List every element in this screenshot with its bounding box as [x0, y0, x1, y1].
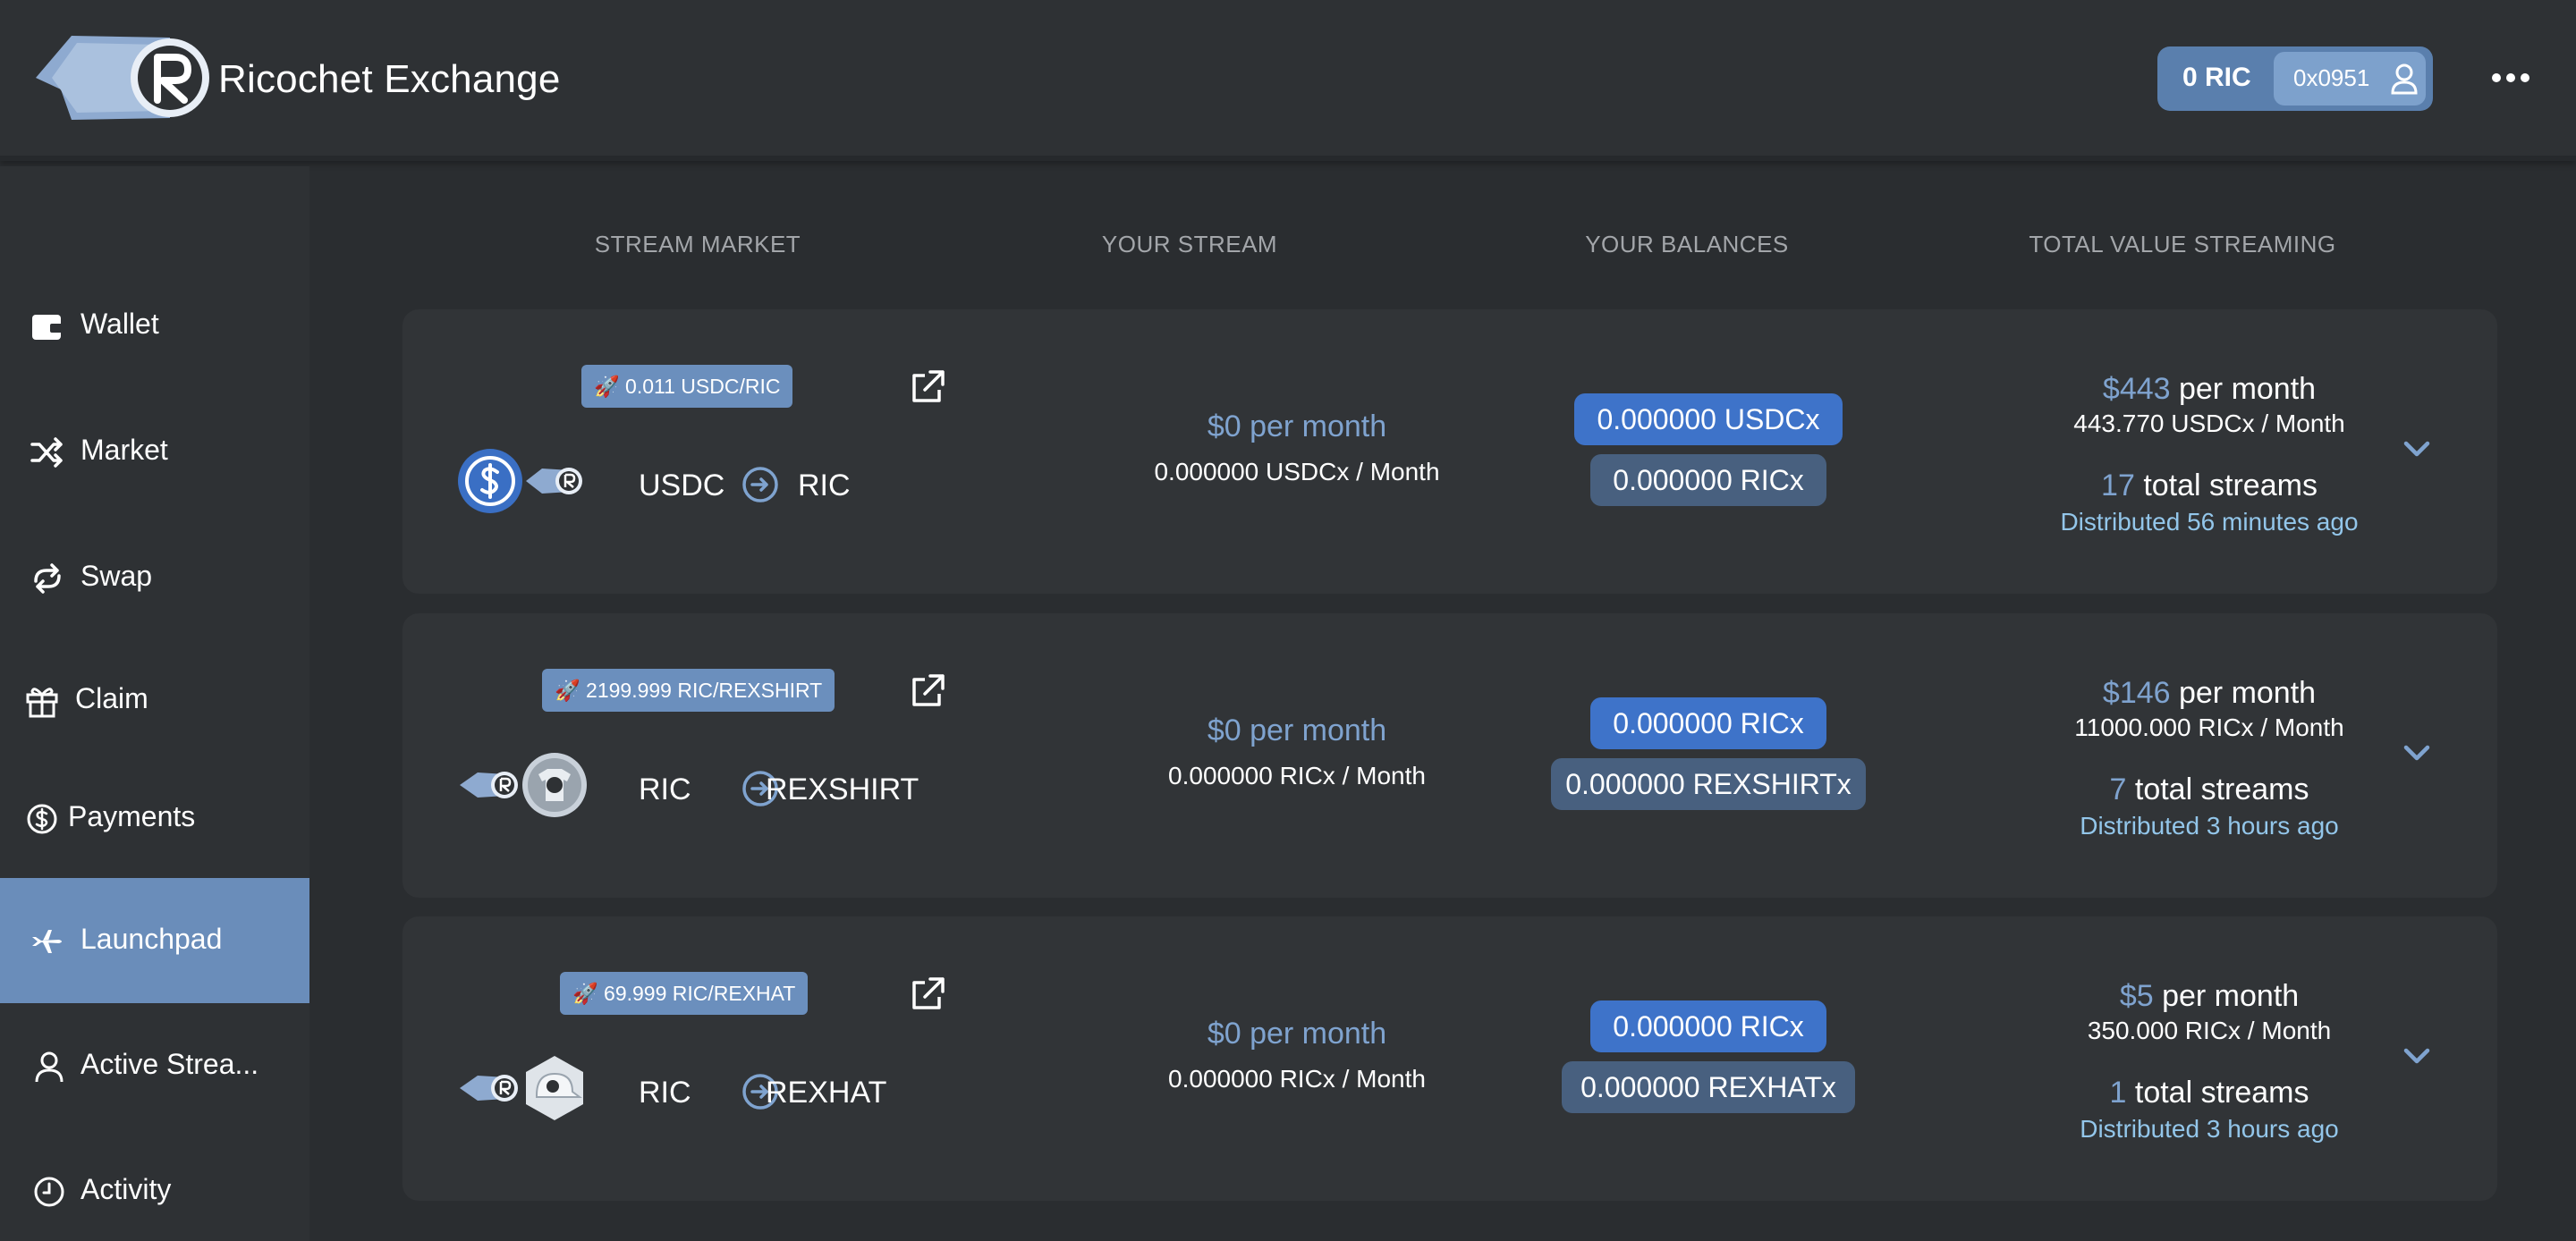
column-header-total-value-streaming: TOTAL VALUE STREAMING — [2029, 231, 2336, 257]
total-streams: 1 total streams — [2109, 1076, 2309, 1110]
distributed-time: Distributed 3 hours ago — [2080, 812, 2339, 840]
your-stream-rate: $0 per month — [1207, 713, 1387, 747]
from-token: USDC — [639, 469, 725, 502]
wallet-address-box[interactable]: 0x0951 — [2274, 52, 2426, 106]
balance-secondary: 0.000000 RICx — [1590, 454, 1826, 506]
sidebar-item-label: Active Strea... — [80, 1048, 259, 1080]
balance-primary: 0.000000 USDCx — [1574, 393, 1843, 445]
to-token: RIC — [798, 469, 851, 502]
price-badge: 🚀 69.999 RIC/REXHAT — [560, 972, 809, 1015]
your-stream-rate: $0 per month — [1207, 1017, 1387, 1051]
swap-icon — [34, 563, 61, 594]
total-streams: 7 total streams — [2109, 772, 2309, 806]
arrow-right-circle-icon — [742, 467, 778, 502]
chevron-down-icon[interactable] — [2399, 739, 2435, 767]
account-button[interactable]: 0 RIC 0x0951 — [2157, 46, 2433, 111]
column-header-stream-market: STREAM MARKET — [594, 231, 801, 257]
clock-icon — [34, 1177, 64, 1207]
external-link-icon[interactable] — [909, 368, 946, 406]
sidebar-item-label: Claim — [75, 682, 148, 714]
chevron-down-icon[interactable] — [2399, 1042, 2435, 1070]
distributed-time: Distributed 56 minutes ago — [2060, 508, 2359, 536]
your-stream-amount: 0.000000 USDCx / Month — [1154, 458, 1440, 485]
sidebar-item-wallet[interactable]: Wallet — [0, 263, 309, 388]
market-card-usdc-ric[interactable]: 🚀 0.011 USDC/RIC USDC RIC $0 per month 0… — [402, 309, 2497, 594]
price-badge: 🚀 0.011 USDC/RIC — [581, 365, 793, 408]
ricochet-logo-icon[interactable] — [36, 36, 211, 120]
market-card-ric-rexhat[interactable]: 🚀 69.999 RIC/REXHAT RIC REXHAT $0 per mo… — [402, 916, 2497, 1201]
sidebar-item-label: Launchpad — [80, 923, 223, 955]
sidebar-item-market[interactable]: Market — [0, 389, 309, 514]
sidebar-item-payments[interactable]: Payments — [0, 756, 309, 881]
sidebar-item-label: Wallet — [80, 308, 159, 340]
chevron-down-icon[interactable] — [2399, 435, 2435, 463]
distributed-time: Distributed 3 hours ago — [2080, 1115, 2339, 1143]
wallet-icon — [32, 315, 63, 340]
sidebar-item-claim[interactable]: Claim — [0, 637, 309, 763]
sidebar-item-label: Market — [80, 434, 168, 466]
external-link-icon[interactable] — [909, 975, 946, 1013]
shuffle-icon — [30, 437, 63, 468]
sidebar-item-active-streams[interactable]: Active Strea... — [0, 1003, 309, 1128]
balance-secondary: 0.000000 REXHATx — [1562, 1061, 1855, 1113]
price-badge: 🚀 2199.999 RIC/REXSHIRT — [542, 669, 835, 712]
balance-primary: 0.000000 RICx — [1590, 697, 1826, 749]
wallet-address: 0x0951 — [2293, 64, 2370, 91]
market-card-ric-rexshirt[interactable]: 🚀 2199.999 RIC/REXSHIRT RIC REXSHIRT $0 … — [402, 613, 2497, 898]
sidebar-item-label: Activity — [80, 1173, 172, 1205]
gift-icon — [26, 688, 58, 718]
jet-icon — [32, 930, 62, 953]
dollar-circle-icon — [27, 804, 57, 834]
user-icon — [2391, 63, 2418, 95]
total-streams: 17 total streams — [2101, 469, 2318, 502]
your-stream-amount: 0.000000 RICx / Month — [1168, 762, 1426, 789]
user-icon — [35, 1051, 64, 1083]
external-link-icon[interactable] — [909, 672, 946, 710]
from-token: RIC — [639, 1076, 691, 1110]
ric-balance: 0 RIC — [2182, 63, 2251, 92]
to-token: REXHAT — [766, 1076, 887, 1110]
more-options-icon[interactable] — [2487, 59, 2535, 97]
total-value-per-month: $5 per month — [2119, 979, 2300, 1013]
sidebar: Wallet Market Swap Claim Payments Launch… — [0, 166, 309, 1241]
sidebar-item-label: Swap — [80, 560, 153, 592]
column-header-your-balances: YOUR BALANCES — [1585, 231, 1789, 257]
sidebar-item-launchpad[interactable]: Launchpad — [0, 878, 309, 1003]
column-header-your-stream: YOUR STREAM — [1101, 231, 1278, 257]
total-value-per-month: $146 per month — [2102, 676, 2317, 710]
balance-secondary: 0.000000 REXSHIRTx — [1551, 758, 1866, 810]
top-header: Ricochet Exchange 0 RIC 0x0951 — [0, 0, 2576, 161]
sidebar-item-swap[interactable]: Swap — [0, 515, 309, 640]
balance-primary: 0.000000 RICx — [1590, 1000, 1826, 1052]
ric-rexshirt-pair-icon — [460, 753, 587, 817]
your-stream-amount: 0.000000 RICx / Month — [1168, 1065, 1426, 1093]
ric-rexhat-pair-icon — [460, 1056, 583, 1120]
to-token: REXSHIRT — [766, 772, 919, 806]
total-value-per-month: $443 per month — [2102, 372, 2317, 406]
from-token: RIC — [639, 772, 691, 806]
usdc-ric-pair-icon — [458, 449, 582, 513]
sidebar-item-activity[interactable]: Activity — [0, 1128, 309, 1241]
sidebar-item-label: Payments — [68, 800, 196, 832]
app-title: Ricochet Exchange — [218, 57, 561, 101]
your-stream-rate: $0 per month — [1207, 409, 1387, 443]
